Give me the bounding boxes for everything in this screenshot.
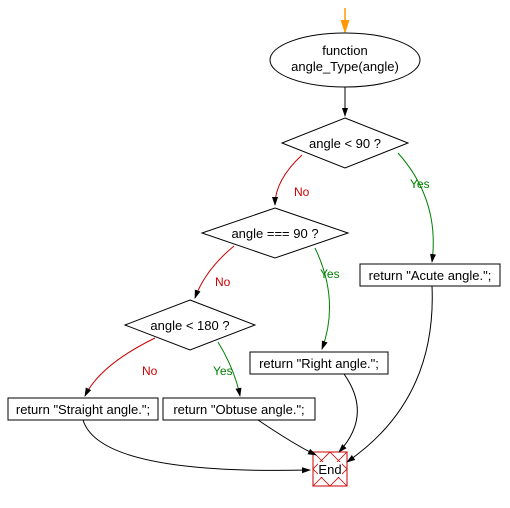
- return-right-text: return "Right angle.";: [259, 356, 379, 371]
- start-line2: angle_Type(angle): [291, 59, 399, 74]
- decision3-text: angle < 180 ?: [150, 318, 229, 333]
- flowchart: function angle_Type(angle) angle < 90 ? …: [0, 0, 510, 508]
- end-node: End: [313, 452, 347, 486]
- edge-d1-yes: [398, 153, 433, 262]
- d1-no-label: No: [294, 185, 310, 199]
- d3-yes-label: Yes: [213, 364, 233, 378]
- return-obtuse-text: return "Obtuse angle.";: [173, 402, 304, 417]
- d2-yes-label: Yes: [320, 267, 340, 281]
- edge-straight-end: [83, 420, 310, 470]
- start-line1: function: [322, 43, 368, 58]
- edge-obtuse-end: [258, 420, 316, 455]
- edge-d2-yes: [315, 248, 330, 349]
- return-straight-text: return "Straight angle.";: [16, 402, 150, 417]
- d1-yes-label: Yes: [410, 177, 430, 191]
- d2-no-label: No: [215, 275, 231, 289]
- return-acute-text: return "Acute angle.";: [369, 268, 492, 283]
- decision1-text: angle < 90 ?: [309, 136, 381, 151]
- edge-d2-no: [195, 246, 234, 298]
- d3-no-label: No: [142, 364, 158, 378]
- edge-right-end: [339, 374, 357, 452]
- end-text: End: [318, 462, 341, 477]
- decision2-text: angle === 90 ?: [231, 226, 318, 241]
